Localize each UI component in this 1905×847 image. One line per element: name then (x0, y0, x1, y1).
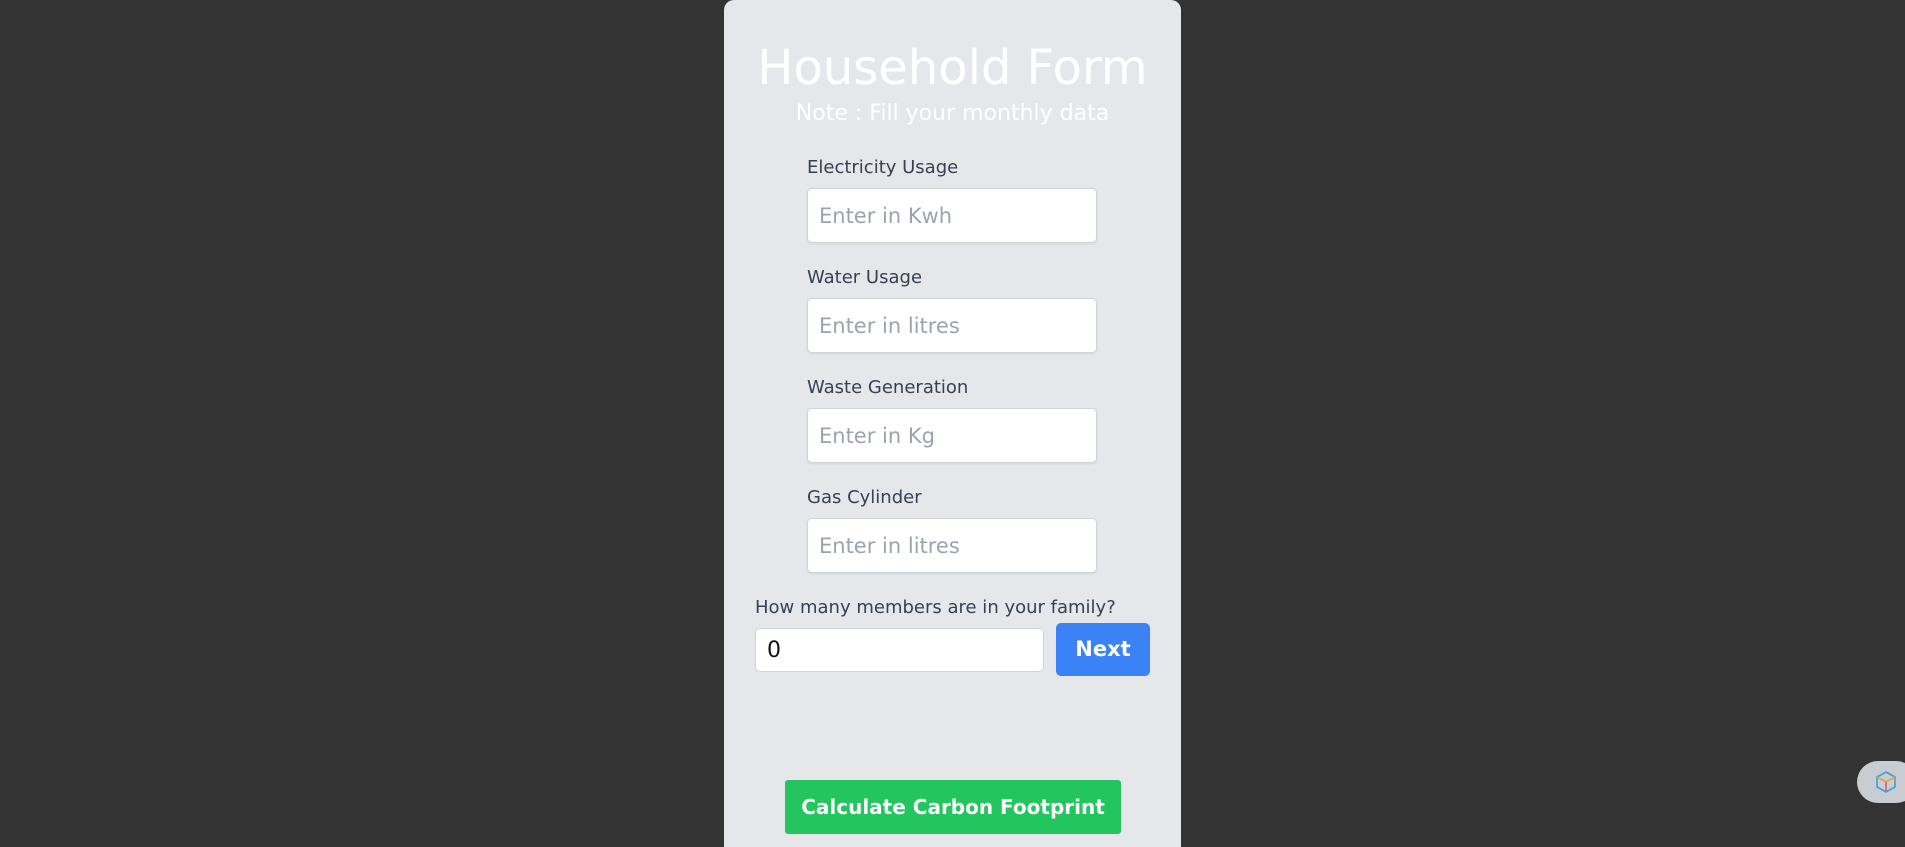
water-usage-label: Water Usage (807, 267, 923, 288)
calculate-carbon-footprint-button[interactable]: Calculate Carbon Footprint (785, 780, 1121, 834)
form-title: Household Form (757, 40, 1148, 96)
gas-cylinder-input[interactable] (807, 518, 1097, 573)
electricity-usage-label: Electricity Usage (807, 157, 959, 178)
waste-generation-input[interactable] (807, 408, 1097, 463)
gas-cylinder-label: Gas Cylinder (807, 487, 922, 508)
family-members-label: How many members are in your family? (755, 597, 1116, 618)
household-form-card: Household Form Note : Fill your monthly … (724, 0, 1181, 847)
waste-generation-label: Waste Generation (807, 377, 969, 398)
floating-extension-widget[interactable] (1857, 761, 1905, 803)
electricity-usage-input[interactable] (807, 188, 1097, 243)
form-note: Note : Fill your monthly data (795, 101, 1110, 126)
family-members-input[interactable] (755, 628, 1044, 672)
next-button[interactable]: Next (1056, 623, 1150, 676)
water-usage-input[interactable] (807, 298, 1097, 353)
